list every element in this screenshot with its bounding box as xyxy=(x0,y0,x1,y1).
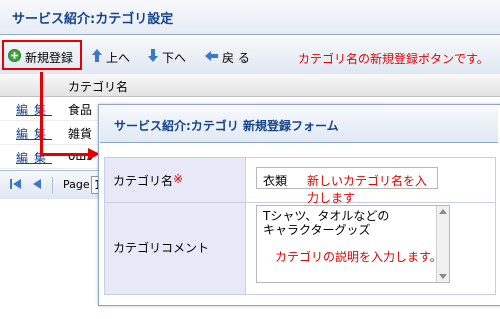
column-header-category-name: カテゴリ名 xyxy=(68,80,129,94)
page-label: Page xyxy=(63,178,90,191)
new-button-label: 新規登録 xyxy=(25,50,74,65)
edit-link[interactable]: 編集 xyxy=(16,125,52,142)
comment-line-2: キャラクターグッズ xyxy=(263,223,371,237)
new-button[interactable]: 新規登録 xyxy=(8,48,73,66)
category-comment-label-cell: カテゴリコメント xyxy=(105,203,246,294)
panel-title: サービス紹介:カテゴリ設定 xyxy=(12,12,174,27)
annotation-connector-horizontal xyxy=(40,153,92,156)
category-comment-textarea[interactable]: Tシャツ、タオルなどの キャラクターグッズ カテゴリの説明を入力します。 xyxy=(256,205,450,283)
move-up-button[interactable]: 上へ xyxy=(92,48,130,66)
comment-text: Tシャツ、タオルなどの キャラクターグッズ xyxy=(263,209,389,237)
dialog-title-bar: サービス紹介:カテゴリ 新規登録フォーム xyxy=(100,106,498,143)
move-up-label: 上へ xyxy=(106,50,131,65)
arrow-down-icon xyxy=(148,49,158,65)
category-name-cell: 雑貨 xyxy=(68,127,93,141)
category-name-value: 衣類 xyxy=(263,174,288,188)
textarea-scrollbar[interactable] xyxy=(436,206,449,282)
pager-separator xyxy=(52,177,53,193)
new-button-annotation: カテゴリ名の新規登録ボタンです。 xyxy=(298,52,489,66)
edit-link[interactable]: 編集 xyxy=(16,149,52,166)
arrow-left-icon xyxy=(205,50,218,64)
arrow-up-icon xyxy=(92,49,102,65)
comment-line-1: Tシャツ、タオルなどの xyxy=(263,209,390,223)
prev-page-icon[interactable] xyxy=(32,178,42,193)
back-button[interactable]: 戻 る xyxy=(205,48,250,66)
dialog-title: サービス紹介:カテゴリ 新規登録フォーム xyxy=(114,119,339,133)
move-down-button[interactable]: 下へ xyxy=(148,48,186,66)
category-comment-label: カテゴリコメント xyxy=(113,241,210,255)
first-page-icon[interactable] xyxy=(10,178,22,193)
category-name-label-cell: カテゴリ名 ※ xyxy=(105,158,246,202)
annotation-connector-vertical xyxy=(40,72,43,156)
required-mark: ※ xyxy=(173,172,184,186)
scroll-up-icon[interactable] xyxy=(439,209,447,214)
category-name-note: 新しいカテゴリ名を入力します xyxy=(307,174,428,205)
back-label: 戻 る xyxy=(222,50,250,65)
category-name-label: カテゴリ名 xyxy=(113,174,174,188)
category-name-input[interactable]: 衣類 新しいカテゴリ名を入力します xyxy=(256,167,438,205)
add-icon xyxy=(8,49,21,65)
move-down-label: 下へ xyxy=(162,50,187,65)
category-comment-note: カテゴリの説明を入力します。 xyxy=(275,250,442,264)
panel-title-bar: サービス紹介:カテゴリ設定 xyxy=(0,0,500,35)
edit-link[interactable]: 編集 xyxy=(16,101,52,118)
grid-header: カテゴリ名 xyxy=(0,74,500,97)
scroll-down-icon[interactable] xyxy=(439,274,447,279)
category-name-cell: 食品 xyxy=(68,103,93,117)
